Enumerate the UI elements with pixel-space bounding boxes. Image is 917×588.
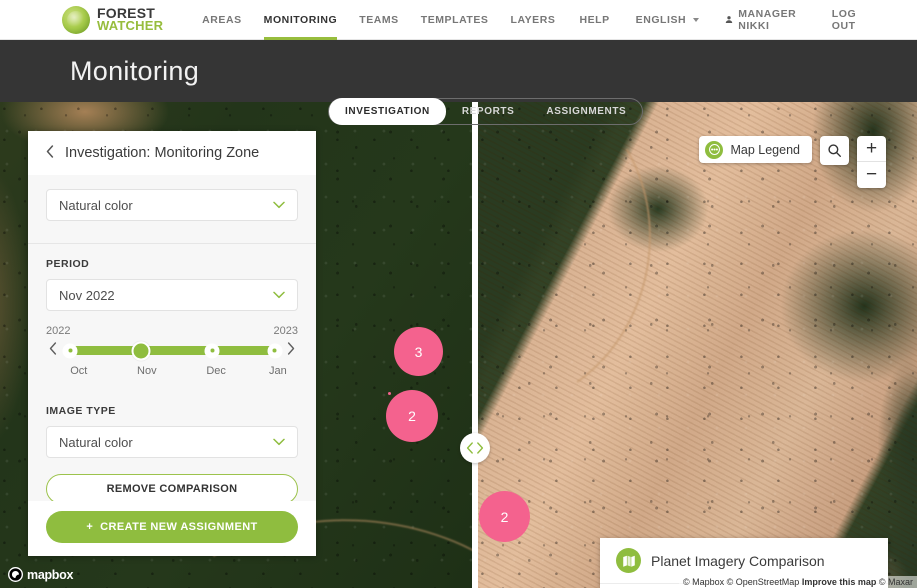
- tab-reports[interactable]: REPORTS: [446, 99, 531, 124]
- mapbox-mark-icon: [8, 567, 23, 582]
- chevron-down-icon: [273, 291, 285, 299]
- slider-year-range: 2022 2023: [46, 325, 298, 337]
- create-new-assignment-button[interactable]: + CREATE NEW ASSIGNMENT: [46, 511, 298, 543]
- user-menu[interactable]: MANAGER NIKKI: [712, 8, 819, 32]
- user-name-label: MANAGER NIKKI: [738, 7, 797, 32]
- slider-next-button[interactable]: [284, 342, 298, 359]
- map-marker-cluster[interactable]: 2: [479, 491, 530, 542]
- nav-item-help[interactable]: HELP: [566, 14, 622, 26]
- legend-icon: [705, 140, 724, 159]
- panel-header: Investigation: Monitoring Zone: [28, 131, 316, 175]
- month-label-oct: Oct: [70, 365, 88, 377]
- slider-track[interactable]: [62, 341, 283, 360]
- map-search-button[interactable]: [820, 136, 849, 165]
- zoom-in-button[interactable]: +: [857, 136, 886, 162]
- forest-watcher-logo-icon: [62, 5, 90, 34]
- nav-item-teams[interactable]: TEAMS: [348, 0, 410, 40]
- basemap-select-value: Natural color: [59, 197, 133, 213]
- attrib-mapbox[interactable]: © Mapbox: [683, 577, 724, 587]
- image-type-select-value: Natural color: [59, 434, 133, 450]
- panel-footer: + CREATE NEW ASSIGNMENT: [28, 501, 316, 556]
- app-root: FOREST WATCHER AREAS MONITORING TEAMS TE…: [0, 0, 917, 588]
- image-type-section: IMAGE TYPE Natural color REMOVE COMPARIS…: [28, 399, 316, 501]
- comparison-swipe-handle[interactable]: [460, 433, 490, 463]
- basemap-section: Natural color: [28, 175, 316, 244]
- map-point-dot: [388, 392, 391, 395]
- nav-item-layers[interactable]: LAYERS: [500, 0, 567, 40]
- attrib-maxar[interactable]: © Maxar: [879, 577, 913, 587]
- map-zoom-controls: + −: [857, 136, 886, 188]
- language-label: ENGLISH: [635, 13, 687, 26]
- page-title: Monitoring: [70, 55, 200, 86]
- chevron-down-icon: [693, 17, 700, 22]
- chevron-right-icon: [477, 442, 484, 454]
- month-label-dec: Dec: [206, 365, 226, 377]
- slider-month-labels: Oct Nov Dec Jan: [46, 365, 298, 381]
- comparison-divider: [472, 102, 478, 588]
- main-menu: AREAS MONITORING TEAMS TEMPLATES LAYERS: [191, 0, 566, 40]
- chevron-down-icon: [273, 438, 285, 446]
- zoom-out-button[interactable]: −: [857, 162, 886, 188]
- slider-handle-nov[interactable]: [131, 341, 151, 360]
- month-label-nov: Nov: [137, 365, 157, 377]
- slider-tick-jan[interactable]: [267, 343, 283, 358]
- page-subheader: Monitoring INVESTIGATION REPORTS ASSIGNM…: [0, 40, 917, 125]
- language-selector[interactable]: ENGLISH: [623, 14, 713, 26]
- view-tabs: INVESTIGATION REPORTS ASSIGNMENTS: [328, 98, 644, 125]
- panel-content: Natural color PERIOD Nov 2022 2022 2023: [28, 175, 316, 501]
- mapbox-logo[interactable]: mapbox: [8, 567, 73, 582]
- slider-tick-dec[interactable]: [204, 343, 220, 358]
- chevron-down-icon: [273, 201, 285, 209]
- mapbox-logo-text: mapbox: [27, 567, 74, 582]
- period-label: PERIOD: [46, 258, 90, 270]
- basemap-select[interactable]: Natural color: [46, 189, 298, 221]
- create-new-assignment-label: CREATE NEW ASSIGNMENT: [100, 521, 258, 533]
- brand-wordmark: FOREST WATCHER: [97, 5, 164, 33]
- investigation-panel: Investigation: Monitoring Zone Natural c…: [28, 131, 316, 556]
- slider-tick-oct[interactable]: [62, 343, 78, 358]
- remove-comparison-button[interactable]: REMOVE COMPARISON: [46, 474, 298, 501]
- image-type-select[interactable]: Natural color: [46, 426, 298, 458]
- search-icon: [828, 144, 842, 158]
- map-icon: [616, 548, 641, 573]
- logout-button[interactable]: LOG OUT: [819, 8, 883, 32]
- planet-card-title: Planet Imagery Comparison: [651, 552, 825, 569]
- map-attribution: © Mapbox © OpenStreetMap Improve this ma…: [678, 576, 917, 588]
- period-slider[interactable]: [46, 341, 298, 360]
- month-label-jan: Jan: [268, 365, 287, 377]
- secondary-menu: HELP ENGLISH MANAGER NIKKI LOG OUT: [566, 8, 883, 32]
- nav-item-monitoring[interactable]: MONITORING: [253, 0, 349, 40]
- image-type-label: IMAGE TYPE: [46, 405, 116, 417]
- map-legend-button[interactable]: Map Legend: [699, 136, 812, 163]
- attrib-osm[interactable]: © OpenStreetMap: [727, 577, 800, 587]
- top-navigation-bar: FOREST WATCHER AREAS MONITORING TEAMS TE…: [0, 0, 917, 40]
- nav-item-areas[interactable]: AREAS: [191, 0, 253, 40]
- tab-assignments[interactable]: ASSIGNMENTS: [530, 99, 642, 124]
- tab-investigation[interactable]: INVESTIGATION: [329, 98, 446, 125]
- year-end-label: 2023: [273, 325, 298, 337]
- person-icon: [725, 16, 733, 23]
- attrib-improve-link[interactable]: Improve this map: [802, 577, 877, 587]
- brand-logo[interactable]: FOREST WATCHER: [62, 5, 164, 34]
- period-select[interactable]: Nov 2022: [46, 279, 298, 311]
- back-chevron-icon[interactable]: [46, 145, 54, 161]
- map-legend-label: Map Legend: [730, 142, 800, 157]
- chevron-left-icon: [466, 442, 473, 454]
- brand-line-2: WATCHER: [97, 17, 164, 33]
- year-start-label: 2022: [46, 325, 71, 337]
- plus-icon: +: [86, 521, 94, 533]
- period-section: PERIOD Nov 2022 2022 2023 Oct Nov Dec Ja…: [28, 244, 316, 399]
- nav-item-templates[interactable]: TEMPLATES: [410, 0, 500, 40]
- map-controls: Map Legend + −: [699, 136, 886, 188]
- panel-title: Investigation: Monitoring Zone: [65, 145, 260, 161]
- map-marker-cluster[interactable]: 3: [394, 327, 443, 376]
- slider-prev-button[interactable]: [46, 342, 60, 359]
- period-select-value: Nov 2022: [59, 287, 115, 303]
- map-marker-cluster[interactable]: 2: [386, 390, 438, 442]
